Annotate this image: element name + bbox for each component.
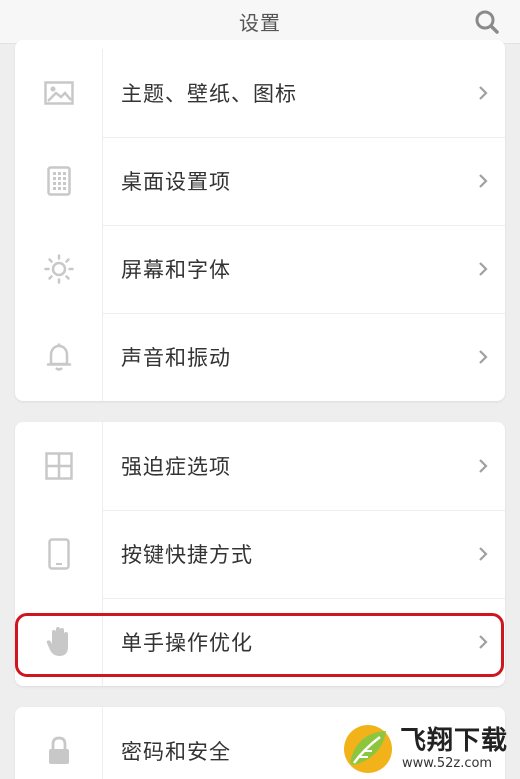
leaf-logo-icon — [344, 724, 392, 773]
chevron-right-icon — [479, 635, 488, 649]
hand-icon — [46, 627, 68, 656]
top-bar: 设置 — [0, 0, 520, 44]
settings-item-label: 强迫症选项 — [121, 455, 231, 479]
settings-item-theme[interactable]: 主题、壁纸、图标 — [15, 49, 505, 137]
image-icon — [43, 81, 74, 105]
settings-group-operation: 强迫症选项 按键快捷方式 单手操作优化 — [15, 422, 505, 686]
phone-icon — [47, 538, 70, 570]
page-title: 设置 — [239, 11, 281, 35]
settings-item-key-shortcuts[interactable]: 按键快捷方式 — [15, 510, 505, 598]
settings-item-label: 单手操作优化 — [121, 631, 253, 655]
chevron-right-icon — [479, 547, 488, 561]
settings-item-label: 按键快捷方式 — [121, 543, 253, 567]
chevron-right-icon — [479, 459, 488, 473]
chevron-right-icon — [479, 86, 488, 100]
watermark-brand: 飞翔下载 — [400, 725, 509, 756]
settings-item-label: 屏幕和字体 — [121, 258, 231, 282]
layout-icon — [44, 452, 73, 480]
settings-item-ocd-options[interactable]: 强迫症选项 — [15, 422, 505, 510]
search-button[interactable] — [472, 7, 502, 37]
bell-icon — [46, 343, 71, 371]
chevron-right-icon — [479, 174, 488, 188]
chevron-right-icon — [479, 262, 488, 276]
settings-item-label: 主题、壁纸、图标 — [121, 82, 297, 106]
settings-item-label: 桌面设置项 — [121, 170, 231, 194]
grid-icon — [46, 166, 71, 196]
brightness-icon — [43, 254, 74, 284]
watermark: 飞翔下载 www.52z.com — [342, 718, 520, 779]
settings-item-sound[interactable]: 声音和振动 — [15, 313, 505, 401]
search-icon — [475, 10, 499, 34]
chevron-right-icon — [479, 350, 488, 364]
settings-item-one-hand[interactable]: 单手操作优化 — [15, 598, 505, 686]
watermark-url: www.52z.com — [402, 755, 493, 771]
lock-icon — [48, 736, 69, 764]
settings-item-label: 声音和振动 — [121, 346, 231, 370]
settings-item-desktop[interactable]: 桌面设置项 — [15, 137, 505, 225]
settings-item-screen-font[interactable]: 屏幕和字体 — [15, 225, 505, 313]
settings-group-display: 主题、壁纸、图标 桌面设置项 屏幕和字体 声音和振动 — [15, 40, 505, 401]
